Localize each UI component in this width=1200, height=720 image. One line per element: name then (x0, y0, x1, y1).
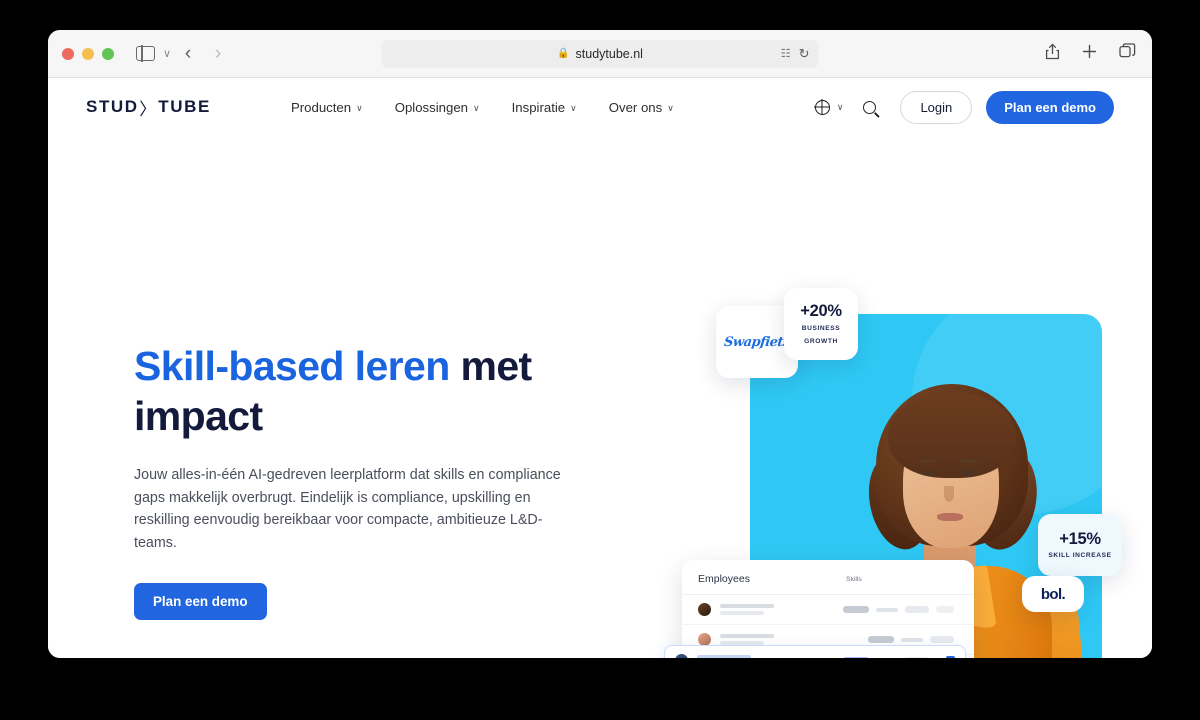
nav-label: Oplossingen (394, 99, 469, 115)
employee-name-placeholder (697, 654, 769, 658)
avatar (698, 603, 711, 616)
skill-increase-value: +15% (1059, 529, 1101, 548)
search-icon[interactable] (863, 100, 877, 114)
chevron-down-icon: ∨ (570, 102, 577, 113)
nav-item-oplossingen[interactable]: Oplossingen ∨ (395, 100, 480, 115)
header-actions: ∨ Login Plan een demo (814, 90, 1114, 124)
swapfiets-logo: Swapfiets (723, 334, 791, 350)
toolbar-right-actions (1045, 43, 1138, 65)
business-growth-value: +20% (800, 301, 842, 320)
employee-name-placeholder (720, 604, 774, 615)
chevron-down-icon: ∨ (356, 102, 363, 113)
employees-table-card: Employees Skills (664, 560, 974, 658)
bol-logo: bol. (1040, 585, 1066, 603)
nav-label: Producten (290, 99, 352, 115)
plan-demo-button-hero[interactable]: Plan een demo (134, 583, 267, 621)
hero-text-column: Skill-based leren met impact Jouw alles-… (134, 341, 604, 658)
nav-item-inspiratie[interactable]: Inspiratie ∨ (512, 100, 577, 115)
chevron-down-icon: ∨ (473, 102, 480, 113)
card-bol: bol. (1022, 576, 1084, 612)
nav-label: Inspiratie (511, 99, 566, 115)
table-row-selected[interactable] (664, 645, 966, 658)
back-button[interactable]: ‹ (173, 43, 203, 65)
site-header: STUD 〉 TUBE Producten ∨ Oplossingen ∨ Insp… (48, 78, 1152, 136)
hero-subtitle: Jouw alles-in-één AI-gedreven leerplatfo… (134, 467, 561, 551)
column-header-skills: Skills (845, 575, 862, 583)
login-button[interactable]: Login (900, 90, 973, 124)
main-navigation: Producten ∨ Oplossingen ∨ Inspiratie ∨ O… (291, 100, 674, 115)
share-icon[interactable] (1045, 43, 1060, 65)
skills-cell (843, 606, 958, 613)
minimize-window-button[interactable] (82, 47, 94, 60)
sidebar-icon[interactable] (134, 45, 156, 63)
lock-icon: 🔒 (557, 48, 570, 59)
employee-name-placeholder (720, 634, 774, 645)
logo-text-pre: STUD (86, 97, 139, 116)
forward-button[interactable]: › (203, 43, 233, 65)
chevron-down-icon[interactable]: ∨ (163, 47, 171, 60)
business-growth-label-line1: BUSINESS (801, 324, 841, 332)
table-row[interactable] (682, 595, 974, 625)
card-business-growth: +20% BUSINESS GROWTH (784, 288, 858, 360)
reload-icon[interactable]: ↻ (799, 46, 810, 62)
logo-y-glyph: 〉 (139, 99, 158, 119)
studytube-logo[interactable]: STUD 〉 TUBE (86, 95, 211, 120)
browser-toolbar: ∨ ‹ › 🔒 studytube.nl ☷ ↻ (48, 30, 1152, 78)
avatar (675, 653, 688, 658)
chevron-down-icon: ∨ (836, 101, 844, 112)
skills-cell (843, 656, 933, 658)
globe-icon (814, 99, 830, 115)
maximize-window-button[interactable] (102, 47, 114, 60)
language-switcher[interactable]: ∨ (814, 99, 844, 115)
business-growth-label-line2: GROWTH (804, 337, 838, 345)
browser-window: ∨ ‹ › 🔒 studytube.nl ☷ ↻ STUD 〉 TUBE Pro… (48, 30, 1152, 658)
plan-demo-button-header[interactable]: Plan een demo (986, 90, 1114, 124)
window-controls[interactable] (62, 47, 114, 60)
skills-cell (868, 636, 958, 643)
chevron-down-icon: ∨ (667, 102, 674, 113)
page-content: STUD 〉 TUBE Producten ∨ Oplossingen ∨ Insp… (48, 78, 1152, 658)
page-title: Skill-based leren met impact (134, 341, 604, 441)
card-skill-increase: +15% SKILL INCREASE (1038, 514, 1122, 576)
logo-text-post: TUBE (158, 97, 211, 116)
translate-icon[interactable]: ☷ (781, 47, 791, 60)
hero-visual: Swapfiets +20% BUSINESS GROWTH +15% SKIL… (664, 264, 1150, 658)
url-text: studytube.nl (575, 46, 643, 61)
nav-label: Over ons (608, 99, 663, 115)
close-window-button[interactable] (62, 47, 74, 60)
nav-item-over-ons[interactable]: Over ons ∨ (609, 100, 674, 115)
new-tab-icon[interactable] (1082, 44, 1097, 64)
row-checkbox[interactable] (946, 655, 955, 658)
table-header: Employees Skills (682, 573, 974, 595)
column-header-employees: Employees (698, 573, 750, 585)
address-bar[interactable]: 🔒 studytube.nl ☷ ↻ (381, 39, 819, 68)
skill-increase-label: SKILL INCREASE (1048, 551, 1112, 559)
nav-item-producten[interactable]: Producten ∨ (291, 100, 363, 115)
address-bar-actions: ☷ ↻ (781, 46, 810, 62)
show-tabs-icon[interactable] (1119, 43, 1136, 64)
headline-highlight: Skill-based leren (134, 343, 450, 389)
